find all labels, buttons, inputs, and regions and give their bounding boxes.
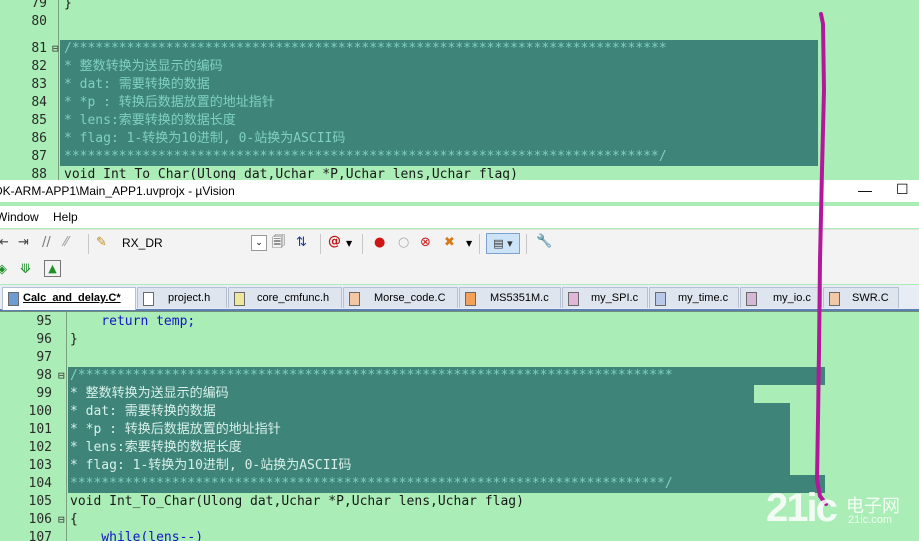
watermark-logo: 21ic 电子网 21ic.com	[762, 486, 918, 536]
annotation-stroke	[815, 12, 828, 506]
watermark-url: 21ic.com	[848, 514, 893, 526]
watermark-brand: 21ic	[766, 486, 838, 530]
